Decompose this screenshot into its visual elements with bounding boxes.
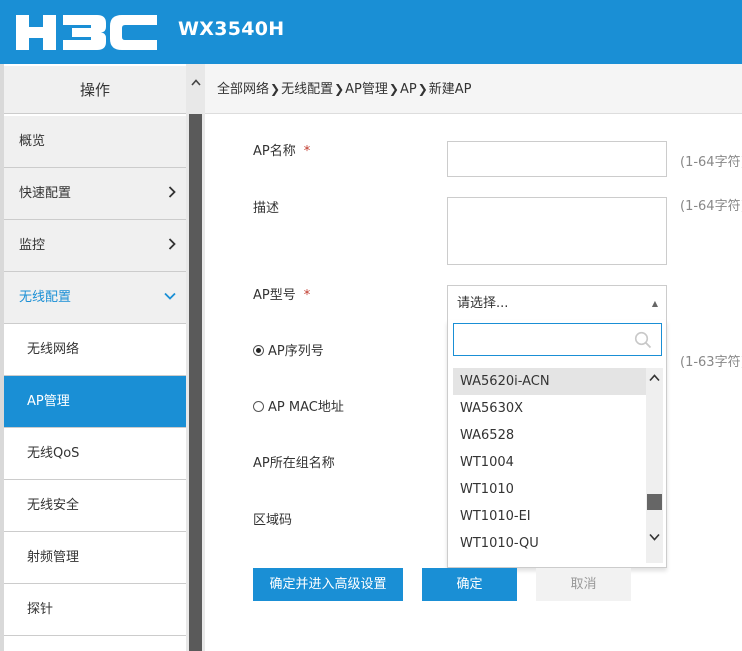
sidebar-item-ap-management[interactable]: AP管理 [4, 376, 186, 428]
description-input[interactable] [447, 197, 667, 265]
ap-model-select[interactable]: 请选择... ▲ [447, 285, 667, 321]
sidebar-item-label: AP管理 [27, 394, 70, 409]
caret-up-icon: ▲ [651, 299, 658, 308]
ap-name-input[interactable] [447, 141, 667, 177]
dropdown-options-list: WA5620i-ACN WA5630X WA6528 WT1004 WT1010… [453, 368, 646, 563]
sidebar-scroll-thumb[interactable] [189, 114, 202, 651]
chevron-right-icon [168, 220, 176, 272]
chevron-up-icon[interactable] [646, 372, 663, 386]
ap-name-label-text: AP名称 [253, 144, 296, 159]
confirm-advanced-button[interactable]: 确定并进入高级设置 [253, 568, 403, 601]
dropdown-option[interactable]: WT1010-EI [453, 503, 646, 530]
sidebar-item-wireless-config[interactable]: 无线配置 [4, 272, 186, 324]
sidebar-item-label: 无线QoS [27, 446, 80, 461]
ap-name-label: AP名称 * [253, 140, 310, 159]
chevron-down-icon [164, 272, 176, 324]
sidebar-item-label: 无线配置 [19, 290, 72, 305]
h3c-logo [16, 14, 158, 56]
chevron-down-icon[interactable] [646, 531, 663, 545]
dropdown-option[interactable]: WT1004 [453, 449, 646, 476]
chevron-right-icon: ❯ [388, 82, 399, 96]
ap-name-hint: (1-64字符) [680, 155, 742, 170]
dropdown-option[interactable]: WA6528 [453, 422, 646, 449]
ap-group-label: AP所在组名称 [253, 456, 335, 471]
sidebar-item-quick-config[interactable]: 快速配置 [4, 168, 186, 220]
chevron-right-icon [168, 168, 176, 220]
sidebar-item-wireless-network[interactable]: 无线网络 [4, 324, 186, 376]
sidebar-item-label: 无线网络 [27, 342, 80, 357]
sidebar-item-monitor[interactable]: 监控 [4, 220, 186, 272]
sidebar-item-label: 无线安全 [27, 498, 80, 513]
sidebar: 操作 概览 快速配置 监控 无线配置 无线网络 AP管理 无线QoS 无线安全 … [0, 64, 205, 651]
sidebar-item-wireless-qos[interactable]: 无线QoS [4, 428, 186, 480]
scroll-up-icon[interactable] [186, 76, 205, 90]
cancel-button[interactable]: 取消 [536, 568, 631, 601]
dropdown-scrollbar[interactable] [646, 368, 663, 563]
required-mark: * [303, 144, 311, 159]
sidebar-item-label: 射频管理 [27, 550, 80, 565]
description-label: 描述 [253, 201, 280, 216]
top-header: WX3540H [0, 0, 742, 64]
sidebar-item-rf-management[interactable]: 射频管理 [4, 532, 186, 584]
serial-radio-label: AP序列号 [268, 344, 324, 359]
dropdown-scroll-thumb[interactable] [647, 494, 662, 510]
ap-model-label: AP型号 * [253, 284, 310, 303]
mac-radio-option[interactable]: AP MAC地址 [253, 396, 344, 415]
dropdown-search-input[interactable] [453, 323, 662, 356]
sidebar-item-overview[interactable]: 概览 [4, 116, 186, 168]
serial-hint: (1-63字符) [680, 355, 742, 370]
ap-model-dropdown: WA5620i-ACN WA5630X WA6528 WT1004 WT1010… [447, 320, 667, 568]
sidebar-item-probe[interactable]: 探针 [4, 584, 186, 636]
sidebar-item-label: 监控 [19, 238, 46, 253]
dropdown-option[interactable]: WA5620i-ACN [453, 368, 646, 395]
chevron-right-icon: ❯ [270, 82, 281, 96]
breadcrumb: 全部网络❯无线配置❯AP管理❯AP❯新建AP [205, 64, 742, 114]
ap-model-label-text: AP型号 [253, 288, 296, 303]
sidebar-scrollbar[interactable] [186, 64, 205, 651]
sidebar-menu: 操作 概览 快速配置 监控 无线配置 无线网络 AP管理 无线QoS 无线安全 … [0, 64, 186, 651]
radio-unselected-icon[interactable] [253, 401, 264, 412]
region-code-label: 区域码 [253, 513, 293, 528]
serial-radio-option[interactable]: AP序列号 [253, 340, 324, 359]
breadcrumb-item[interactable]: AP [400, 82, 417, 97]
dropdown-option[interactable]: WT1010 [453, 476, 646, 503]
radio-selected-icon[interactable] [253, 345, 264, 356]
chevron-right-icon: ❯ [334, 82, 345, 96]
breadcrumb-item[interactable]: 无线配置 [281, 82, 333, 97]
breadcrumb-item[interactable]: 全部网络 [217, 82, 269, 97]
chevron-right-icon: ❯ [417, 82, 428, 96]
breadcrumb-item[interactable]: AP管理 [345, 82, 388, 97]
sidebar-item-label: 探针 [27, 602, 54, 617]
ok-button[interactable]: 确定 [422, 568, 517, 601]
required-mark: * [303, 288, 311, 303]
dropdown-option[interactable]: WA5630X [453, 395, 646, 422]
sidebar-item-label: 概览 [19, 134, 46, 149]
sidebar-title: 操作 [4, 66, 186, 114]
sidebar-item-label: 快速配置 [19, 186, 72, 201]
breadcrumb-item-current: 新建AP [428, 82, 472, 97]
sidebar-item-wireless-security[interactable]: 无线安全 [4, 480, 186, 532]
ap-model-select-value: 请选择... [457, 296, 509, 311]
dropdown-option[interactable]: WT1010-QU [453, 530, 646, 557]
search-icon [634, 331, 652, 353]
product-model: WX3540H [178, 18, 285, 40]
mac-radio-label: AP MAC地址 [268, 400, 344, 415]
description-hint: (1-64字符) [680, 199, 742, 214]
